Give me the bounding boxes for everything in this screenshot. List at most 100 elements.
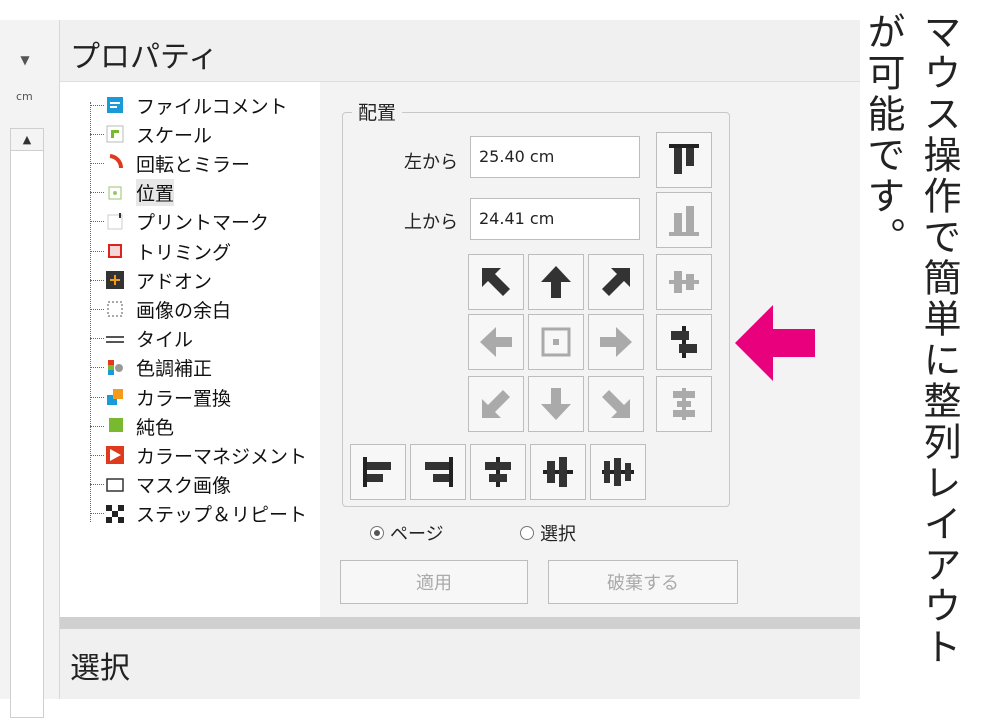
tree-item[interactable]: スケール bbox=[90, 119, 212, 149]
move-down-button[interactable] bbox=[528, 376, 584, 432]
tree-branch-line bbox=[90, 396, 104, 398]
left-from-input[interactable]: 25.40 cm bbox=[470, 136, 640, 178]
color-management-icon bbox=[106, 446, 124, 465]
arrow-down-icon bbox=[541, 388, 571, 420]
panel-divider[interactable] bbox=[60, 617, 860, 629]
align-bottom-icon bbox=[669, 206, 699, 236]
tree-branch-line bbox=[90, 250, 104, 252]
move-up-right-button[interactable] bbox=[588, 254, 644, 310]
tree-item[interactable]: 位置 bbox=[90, 178, 175, 208]
tree-item-label: 位置 bbox=[136, 179, 175, 207]
tree-branch-line bbox=[90, 338, 104, 340]
tree-item[interactable]: トリミング bbox=[90, 236, 231, 266]
caption-col2: が可能です。 bbox=[861, 12, 905, 258]
distribute-horizontal-button[interactable] bbox=[590, 444, 646, 500]
tree-item[interactable]: 色調補正 bbox=[90, 353, 212, 383]
tree-item[interactable]: タイル bbox=[90, 324, 193, 354]
rotate-mirror-icon bbox=[109, 154, 124, 169]
align-middle-button[interactable] bbox=[530, 444, 586, 500]
collapse-triangle-icon[interactable]: ▼ bbox=[14, 53, 36, 67]
caption-col1: マウス操作で簡単に整列レイアウト bbox=[917, 12, 961, 668]
tree-item-label: 回転とミラー bbox=[136, 153, 251, 176]
tree-item-label: 画像の余白 bbox=[136, 299, 232, 322]
unit-label: cm bbox=[16, 90, 33, 103]
align-group-title: 配置 bbox=[352, 98, 403, 125]
align-top-icon bbox=[669, 144, 699, 174]
distribute-vertical-icon bbox=[673, 388, 695, 420]
move-right-button[interactable] bbox=[588, 314, 644, 370]
radio-selection-dot[interactable] bbox=[520, 526, 534, 540]
image-margin-icon bbox=[107, 301, 123, 317]
align-right-button[interactable] bbox=[410, 444, 466, 500]
properties-window: ▼ cm ▲ プロパティ ファイルコメント スケール 回転とミラー 位置 プリントマーク… bbox=[0, 0, 860, 718]
radio-selection-label: 選択 bbox=[540, 524, 576, 545]
align-right-icon bbox=[425, 457, 453, 487]
radio-page-dot[interactable] bbox=[370, 526, 384, 540]
tree-branch-line bbox=[90, 513, 104, 515]
tree-item[interactable]: 回転とミラー bbox=[90, 148, 250, 178]
tree-branch-line bbox=[90, 221, 104, 223]
file-comment-icon bbox=[107, 97, 123, 113]
tree-item[interactable]: 純色 bbox=[90, 411, 174, 441]
tree-item-label: ファイルコメント bbox=[136, 95, 288, 118]
addon-icon bbox=[106, 271, 124, 290]
left-from-label: 左から bbox=[404, 152, 458, 173]
tree-item-label: 色調補正 bbox=[136, 358, 213, 381]
align-center-button[interactable] bbox=[470, 444, 526, 500]
radio-selection[interactable]: 選択 bbox=[520, 520, 576, 546]
tree-item[interactable]: アドオン bbox=[90, 265, 212, 295]
top-from-input[interactable]: 24.41 cm bbox=[470, 198, 640, 240]
radio-page-label: ページ bbox=[390, 524, 444, 545]
tree-item[interactable]: ファイルコメント bbox=[90, 90, 288, 120]
apply-button[interactable]: 適用 bbox=[340, 560, 528, 604]
move-up-button[interactable] bbox=[528, 254, 584, 310]
property-tree: ファイルコメント スケール回転とミラー位置 プリントマークトリミングアドオン画像の余… bbox=[60, 82, 320, 617]
tree-item[interactable]: プリントマーク bbox=[90, 207, 269, 237]
align-hcenter-button[interactable] bbox=[656, 314, 712, 370]
tree-item-label: スケール bbox=[136, 124, 213, 147]
tree-item-label: アドオン bbox=[136, 270, 213, 293]
tree-item-label: カラー置換 bbox=[136, 387, 232, 410]
solid-color-icon bbox=[109, 418, 123, 433]
move-left-button[interactable] bbox=[468, 314, 524, 370]
center-button[interactable] bbox=[528, 314, 584, 370]
pink-arrow-icon bbox=[735, 305, 815, 381]
tree-branch-line bbox=[90, 162, 104, 164]
top-from-label: 上から bbox=[404, 212, 458, 233]
tree-branch-line bbox=[90, 484, 104, 486]
align-vcenter-button[interactable] bbox=[656, 254, 712, 310]
color-correction-icon bbox=[108, 359, 123, 375]
tree-item-label: マスク画像 bbox=[136, 475, 232, 498]
tree-branch-line bbox=[90, 367, 104, 369]
move-up-left-button[interactable] bbox=[468, 254, 524, 310]
tree-item[interactable]: マスク画像 bbox=[90, 470, 231, 500]
align-bottom-button[interactable] bbox=[656, 192, 712, 248]
tree-item[interactable]: ステップ＆リピート bbox=[90, 499, 307, 529]
align-left-button[interactable] bbox=[350, 444, 406, 500]
discard-button[interactable]: 破棄する bbox=[548, 560, 738, 604]
tile-icon bbox=[106, 335, 124, 343]
move-down-right-button[interactable] bbox=[588, 376, 644, 432]
scroll-up-icon[interactable]: ▲ bbox=[11, 129, 43, 151]
tree-item-label: ステップ＆リピート bbox=[136, 504, 308, 527]
tree-item[interactable]: カラー置換 bbox=[90, 382, 231, 412]
radio-page[interactable]: ページ bbox=[370, 520, 444, 546]
mask-image-icon bbox=[106, 477, 124, 492]
vertical-scrollbar[interactable]: ▲ bbox=[10, 128, 44, 718]
step-repeat-icon bbox=[106, 504, 124, 523]
trimming-icon bbox=[108, 244, 122, 258]
print-mark-icon bbox=[107, 212, 123, 230]
tree-branch-line bbox=[90, 454, 104, 456]
tree-item-label: トリミング bbox=[136, 241, 232, 264]
align-top-button[interactable] bbox=[656, 132, 712, 188]
tree-branch-line bbox=[90, 104, 104, 106]
move-down-left-button[interactable] bbox=[468, 376, 524, 432]
distribute-vertical-button[interactable] bbox=[656, 376, 712, 432]
tree-item[interactable]: カラーマネジメント bbox=[90, 440, 307, 470]
tree-item-label: 純色 bbox=[136, 416, 175, 439]
tree-branch-line bbox=[90, 192, 104, 194]
tree-item[interactable]: 画像の余白 bbox=[90, 294, 231, 324]
align-hcenter-icon bbox=[671, 326, 697, 358]
tree-branch-line bbox=[90, 425, 104, 427]
tree-branch-line bbox=[90, 308, 104, 310]
